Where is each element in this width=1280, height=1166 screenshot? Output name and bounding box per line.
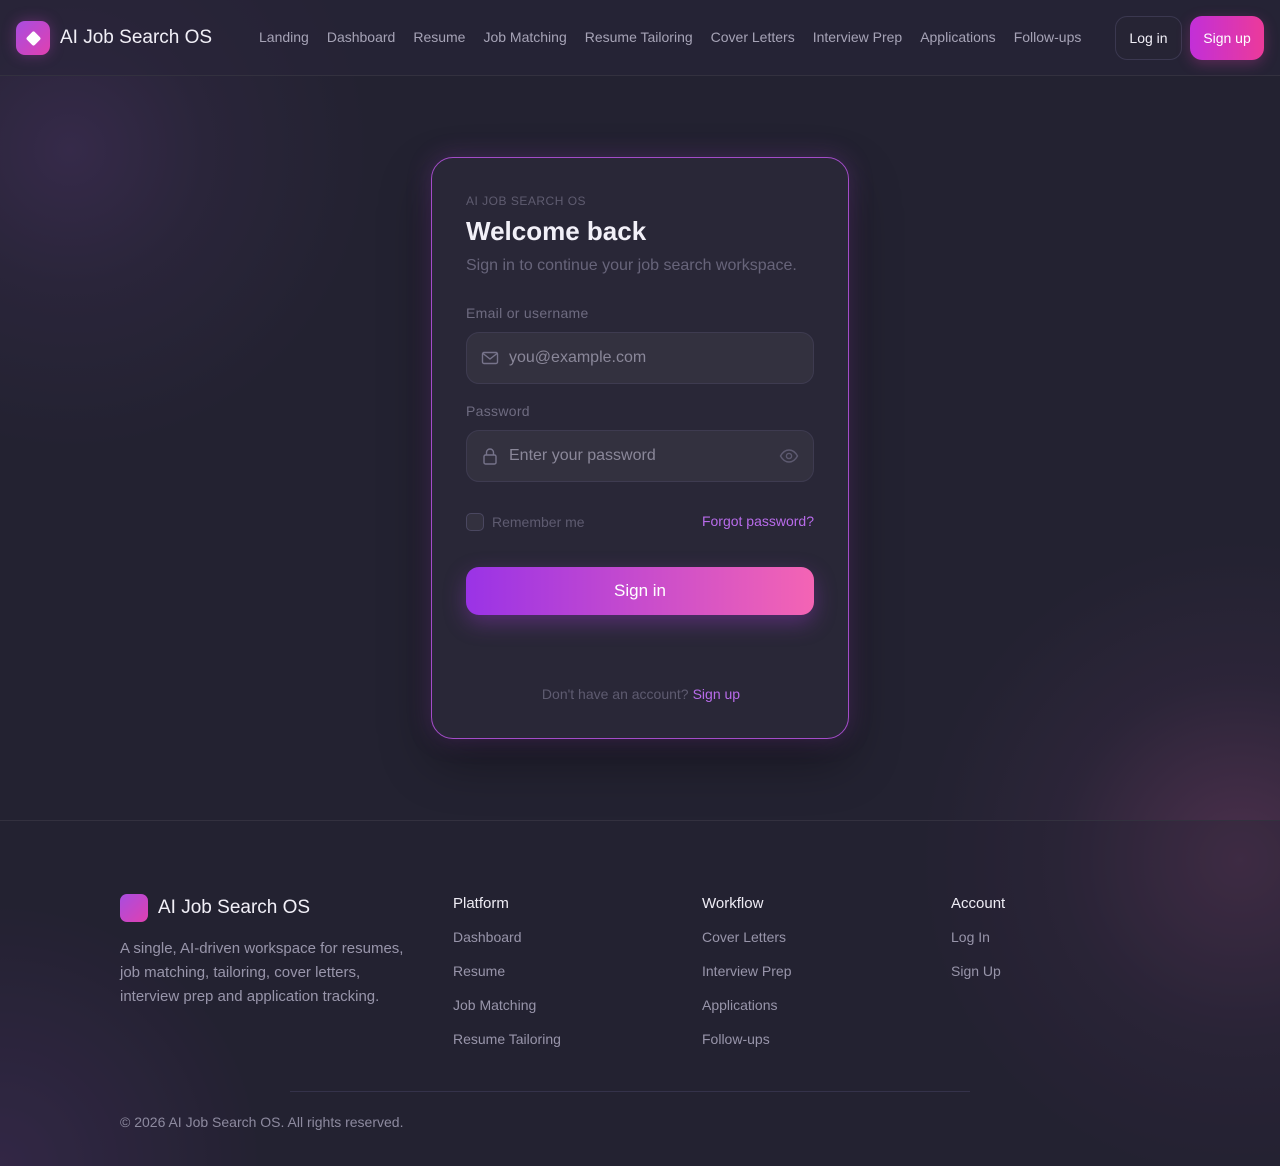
footer-brand-name: AI Job Search OS — [158, 897, 311, 918]
remember-checkbox[interactable] — [466, 513, 484, 531]
nav-resume-tailoring[interactable]: Resume Tailoring — [585, 29, 693, 45]
footer-link-interview-prep[interactable]: Interview Prep — [702, 963, 791, 997]
signup-link[interactable]: Sign up — [693, 686, 740, 702]
footer-link-login[interactable]: Log In — [951, 929, 1005, 963]
nav-dashboard[interactable]: Dashboard — [327, 29, 396, 45]
remember-me[interactable]: Remember me — [466, 513, 585, 531]
footer-link-signup[interactable]: Sign Up — [951, 963, 1005, 997]
signup-button[interactable]: Sign up — [1190, 16, 1264, 60]
footer-link-resume[interactable]: Resume — [453, 963, 561, 997]
footer-col-workflow: Workflow Cover Letters Interview Prep Ap… — [702, 895, 791, 1065]
lock-icon — [483, 448, 497, 465]
footer-link-follow-ups[interactable]: Follow-ups — [702, 1031, 791, 1065]
nav-applications[interactable]: Applications — [920, 29, 996, 45]
signin-button[interactable]: Sign in — [466, 567, 814, 615]
password-label: Password — [466, 403, 530, 419]
footer-link-job-matching[interactable]: Job Matching — [453, 997, 561, 1031]
password-input[interactable] — [509, 431, 779, 481]
login-button[interactable]: Log in — [1115, 16, 1182, 60]
nav-job-matching[interactable]: Job Matching — [483, 29, 566, 45]
nav-cover-letters[interactable]: Cover Letters — [711, 29, 795, 45]
footer-link-cover-letters[interactable]: Cover Letters — [702, 929, 791, 963]
mail-icon — [481, 351, 499, 365]
top-header: AI Job Search OS Landing Dashboard Resum… — [0, 0, 1280, 76]
page-title: Welcome back — [466, 216, 647, 246]
email-field[interactable] — [466, 332, 814, 384]
footer-link-applications[interactable]: Applications — [702, 997, 791, 1031]
footer-col-account: Account Log In Sign Up — [951, 895, 1005, 997]
copyright: © 2026 AI Job Search OS. All rights rese… — [120, 1114, 404, 1130]
main-nav: Landing Dashboard Resume Job Matching Re… — [250, 29, 1090, 45]
logo-icon — [16, 21, 50, 55]
nav-resume[interactable]: Resume — [413, 29, 465, 45]
footer-description: A single, AI-driven workspace for resume… — [120, 940, 404, 1005]
card-eyebrow: AI JOB SEARCH OS — [466, 194, 587, 208]
footer-logo-icon — [120, 894, 148, 922]
brand[interactable]: AI Job Search OS — [16, 21, 212, 55]
email-input[interactable] — [509, 333, 779, 383]
remember-label: Remember me — [492, 514, 585, 530]
footer-brand[interactable]: AI Job Search OS — [120, 894, 310, 922]
nav-interview-prep[interactable]: Interview Prep — [813, 29, 902, 45]
footer-divider — [290, 1091, 970, 1092]
page-subtitle: Sign in to continue your job search work… — [466, 257, 797, 274]
nav-follow-ups[interactable]: Follow-ups — [1014, 29, 1082, 45]
email-label: Email or username — [466, 305, 589, 321]
brand-name: AI Job Search OS — [60, 27, 213, 48]
footer-col-platform: Platform Dashboard Resume Job Matching R… — [453, 895, 561, 1065]
footer-col-title: Account — [951, 895, 1006, 912]
login-card: AI JOB SEARCH OS Welcome back Sign in to… — [431, 157, 849, 739]
password-field[interactable] — [466, 430, 814, 482]
no-account-text: Don't have an account? — [541, 686, 689, 702]
forgot-password-link[interactable]: Forgot password? — [702, 513, 814, 529]
signup-prompt: Don't have an account? Sign up — [432, 686, 850, 702]
nav-landing[interactable]: Landing — [259, 29, 309, 45]
footer-link-resume-tailoring[interactable]: Resume Tailoring — [453, 1031, 561, 1065]
footer-link-dashboard[interactable]: Dashboard — [453, 929, 561, 963]
eye-icon[interactable] — [779, 448, 799, 464]
footer-col-title: Platform — [453, 895, 509, 912]
footer-col-title: Workflow — [702, 895, 764, 912]
footer: AI Job Search OS A single, AI-driven wor… — [0, 820, 1280, 1166]
